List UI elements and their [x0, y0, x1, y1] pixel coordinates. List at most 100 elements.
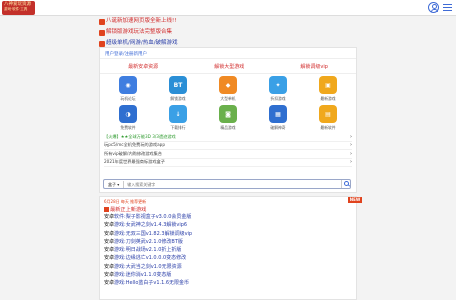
grid-label: 折扣游戏 [270, 96, 286, 101]
list-item[interactable]: 安卓游戏:刀剑英武v2.1.0修改BT版 [104, 238, 352, 246]
star-icon: ✦ [269, 76, 287, 94]
gift-icon: ▣ [319, 76, 337, 94]
app-kind: 安卓 [104, 280, 115, 287]
notice-text: 解锁版游戏玩法完整版合集 [106, 29, 173, 35]
chevron-right-icon: › [350, 133, 352, 140]
notice-item[interactable]: 八诞新加速网页版全新上线!! [99, 16, 357, 27]
fire-icon [99, 29, 105, 36]
app-name: 游戏:明日战场v2.1.0折上折版 [114, 247, 182, 254]
latest-title-text: 最新正上新游戏 [110, 206, 147, 213]
grid-label: 解锁游戏 [170, 96, 186, 101]
chevron-right-icon: › [350, 142, 352, 149]
grid-item[interactable]: ↓ 下载排行 [153, 105, 203, 133]
logo-subtitle: 游戏·软件·工具 [4, 7, 28, 11]
app-kind: 安卓 [104, 230, 115, 237]
fire-icon [104, 206, 109, 212]
app-name: 游戏:女武神之剑v1.4.3解锁vip6 [114, 222, 188, 229]
fire-icon [99, 40, 105, 47]
list-item[interactable]: 安卓游戏:无双三国v1.82.3解锁调级vip [104, 230, 352, 238]
software-icon: ◑ [119, 105, 137, 123]
list-item[interactable]: 【火爆】★★全球万能3D 3/3遗迹游戏 › [104, 133, 352, 142]
grid-label: 下载排行 [170, 125, 186, 130]
chevron-right-icon: › [350, 150, 352, 157]
app-name: 游戏:边缘逃亡v1.0.0.0变态修改 [114, 255, 187, 262]
app-kind: 安卓 [104, 272, 115, 279]
list-item[interactable]: 玩pc5/mc全机免费玩的游戏app › [104, 142, 352, 150]
grid-item[interactable]: ▣ 最新游戏 [303, 76, 353, 104]
grid-label: 免费软件 [120, 125, 136, 130]
latest-panel: NEW 6月28日 每天 推荐更新 最新正上新游戏 安卓软件:梨子影视盒子v3.… [99, 196, 362, 300]
menu-icon[interactable] [442, 2, 453, 13]
site-logo[interactable]: 八神爱玩资源 游戏·软件·工具 [2, 1, 35, 15]
download-icon: ↓ [169, 105, 187, 123]
grid-item[interactable]: ▤ 最新软件 [303, 105, 353, 133]
list-item[interactable]: 安卓游戏:明日战场v2.1.0折上折版 [104, 246, 352, 254]
list-item[interactable]: 安卓游戏:Hello蓝白子v1.1.6无限金币 [104, 279, 352, 287]
list-item[interactable]: 安卓游戏:边缘逃亡v1.0.0.0变态修改 [104, 254, 352, 262]
grid-label: 玩机论坛 [120, 96, 136, 101]
grid-label: 精品游戏 [220, 125, 236, 130]
list-item[interactable]: 所有vip破解/内购修改游戏集合 › [104, 150, 352, 159]
chat-icon: ◉ [119, 76, 137, 94]
link-text: 【火爆】★★全球万能3D 3/3遗迹游戏 [104, 133, 176, 139]
chevron-right-icon: › [350, 159, 352, 166]
app-kind: 安卓 [104, 222, 115, 229]
grid-item[interactable]: ◙ 精品游戏 [203, 105, 253, 133]
notice-text: 八诞新加速网页版全新上线!! [106, 18, 177, 24]
list-item[interactable]: 安卓游戏:大武当之剑v1.0无限资源 [104, 263, 352, 271]
category-tabs: 最新安卓资源 解锁大型游戏 解锁调级vip [100, 59, 356, 74]
app-name: 软件:梨子影视盒子v3.0.0会员金版 [114, 214, 192, 220]
tab-unlock-games[interactable]: 解锁大型游戏 [214, 63, 244, 70]
app-name: 游戏:Hello蓝白子v1.1.6无限金币 [114, 280, 190, 287]
fire-icon [99, 18, 105, 25]
list-item[interactable]: 安卓游戏:女武神之剑v1.4.3解锁vip6 [104, 221, 352, 229]
search-icon[interactable] [341, 180, 350, 188]
tab-latest-android[interactable]: 最新安卓资源 [128, 63, 158, 70]
shortcut-grid: ◉ 玩机论坛 BT 解锁游戏 ◆ 大型单机 ✦ 折扣游戏 ▣ 最新游戏 ◑ 免费软件 ↓ 下载… [100, 74, 356, 133]
grid-item[interactable]: ◉ 玩机论坛 [103, 76, 153, 104]
bt-icon: BT [169, 76, 187, 94]
tab-unlock-vip[interactable]: 解锁调级vip [300, 63, 328, 70]
notice-list: 八诞新加速网页版全新上线!! 解锁版游戏玩法完整版合集 超级单机/网游/热血/破… [99, 16, 357, 49]
app-name: 游戏:迷你消v1.1.0变态版 [114, 272, 172, 279]
grid-item[interactable]: BT 解锁游戏 [153, 76, 203, 104]
grid-label: 大型单机 [220, 96, 236, 101]
gamepad-icon: ◆ [219, 76, 237, 94]
link-list: 【火爆】★★全球万能3D 3/3遗迹游戏 › 玩pc5/mc全机免费玩的游戏app… [100, 133, 356, 167]
grid-item[interactable]: ◆ 大型单机 [203, 76, 253, 104]
app-kind: 安卓 [104, 238, 115, 245]
list-item[interactable]: 安卓软件:梨子影视盒子v3.0.0会员金版 [104, 213, 352, 221]
list-item[interactable]: 安卓游戏:迷你消v1.1.0变态版 [104, 271, 352, 279]
app-list: 安卓软件:梨子影视盒子v3.0.0会员金版 安卓游戏:女武神之剑v1.4.3解锁… [100, 213, 356, 288]
link-text: 玩pc5/mc全机免费玩的游戏app [104, 142, 165, 148]
apps-icon: ▤ [319, 105, 337, 123]
search-bar: 盒子 ▾ [103, 179, 351, 189]
search-input[interactable] [124, 180, 341, 188]
app-kind: 安卓 [104, 255, 115, 262]
grid-label: 破解神奇 [270, 125, 286, 130]
notice-item[interactable]: 解锁版游戏玩法完整版合集 [99, 27, 357, 38]
grid-item[interactable]: ▦ 破解神奇 [253, 105, 303, 133]
app-kind: 安卓 [104, 247, 115, 254]
latest-heading: 6月28日 每天 推荐更新 [104, 199, 147, 204]
new-badge: NEW [348, 197, 362, 203]
app-name: 游戏:大武当之剑v1.0无限资源 [114, 263, 182, 270]
app-kind: 安卓 [104, 214, 115, 220]
app-kind: 安卓 [104, 263, 115, 270]
app-name: 游戏:刀剑英武v2.1.0修改BT版 [114, 238, 183, 245]
main-panel: 用户登录/注册新用户 最新安卓资源 解锁大型游戏 解锁调级vip ◉ 玩机论坛 B… [99, 47, 357, 193]
grid-item[interactable]: ◑ 免费软件 [103, 105, 153, 133]
search-category-select[interactable]: 盒子 ▾ [104, 180, 125, 188]
grid-item[interactable]: ✦ 折扣游戏 [253, 76, 303, 104]
link-text: 所有vip破解/内购修改游戏集合 [104, 150, 162, 156]
grid-label: 最新软件 [320, 125, 336, 130]
user-icon[interactable] [428, 2, 439, 13]
android-icon: ◙ [219, 105, 237, 123]
list-item[interactable]: 2021年度世界最强商标游戏盒子 › [104, 159, 352, 167]
toolbox-icon: ▦ [269, 105, 287, 123]
top-bar: 八神爱玩资源 游戏·软件·工具 [0, 0, 456, 16]
grid-label: 最新游戏 [320, 96, 336, 101]
app-name: 游戏:无双三国v1.82.3解锁调级vip [114, 230, 193, 237]
latest-title: 最新正上新游戏 [100, 205, 356, 213]
login-link[interactable]: 用户登录/注册新用户 [100, 48, 356, 59]
